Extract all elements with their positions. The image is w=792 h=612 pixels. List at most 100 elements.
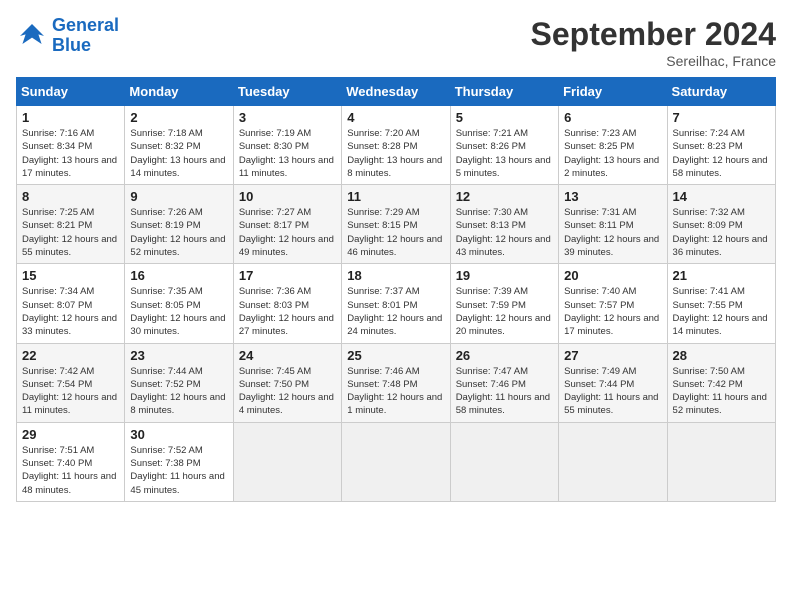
day-info: Sunrise: 7:44 AMSunset: 7:52 PMDaylight:… — [130, 365, 227, 418]
calendar-cell: 15 Sunrise: 7:34 AMSunset: 8:07 PMDayligh… — [17, 264, 125, 343]
weekday-header: Sunday — [17, 78, 125, 106]
day-number: 12 — [456, 189, 553, 204]
day-number: 29 — [22, 427, 119, 442]
title-block: September 2024 Sereilhac, France — [531, 16, 776, 69]
day-info: Sunrise: 7:24 AMSunset: 8:23 PMDaylight:… — [673, 127, 770, 180]
day-number: 17 — [239, 268, 336, 283]
calendar-cell: 22 Sunrise: 7:42 AMSunset: 7:54 PMDayligh… — [17, 343, 125, 422]
calendar-cell: 8 Sunrise: 7:25 AMSunset: 8:21 PMDaylight… — [17, 185, 125, 264]
day-info: Sunrise: 7:27 AMSunset: 8:17 PMDaylight:… — [239, 206, 336, 259]
calendar-cell: 14 Sunrise: 7:32 AMSunset: 8:09 PMDayligh… — [667, 185, 775, 264]
day-number: 15 — [22, 268, 119, 283]
calendar-cell: 29 Sunrise: 7:51 AMSunset: 7:40 PMDayligh… — [17, 422, 125, 501]
calendar-cell: 4Sunrise: 7:20 AMSunset: 8:28 PMDaylight… — [342, 106, 450, 185]
day-info: Sunrise: 7:25 AMSunset: 8:21 PMDaylight:… — [22, 206, 119, 259]
day-info: Sunrise: 7:18 AMSunset: 8:32 PMDaylight:… — [130, 127, 227, 180]
day-number: 23 — [130, 348, 227, 363]
calendar-cell: 12 Sunrise: 7:30 AMSunset: 8:13 PMDayligh… — [450, 185, 558, 264]
calendar-cell: 20 Sunrise: 7:40 AMSunset: 7:57 PMDayligh… — [559, 264, 667, 343]
day-number: 7 — [673, 110, 770, 125]
calendar-cell — [450, 422, 558, 501]
calendar-cell: 7 Sunrise: 7:24 AMSunset: 8:23 PMDaylight… — [667, 106, 775, 185]
day-info: Sunrise: 7:50 AMSunset: 7:42 PMDaylight:… — [673, 365, 770, 418]
day-number: 6 — [564, 110, 661, 125]
day-info: Sunrise: 7:37 AMSunset: 8:01 PMDaylight:… — [347, 285, 444, 338]
day-number: 28 — [673, 348, 770, 363]
page-header: General Blue September 2024 Sereilhac, F… — [16, 16, 776, 69]
day-number: 13 — [564, 189, 661, 204]
day-number: 14 — [673, 189, 770, 204]
day-number: 25 — [347, 348, 444, 363]
day-info: Sunrise: 7:45 AMSunset: 7:50 PMDaylight:… — [239, 365, 336, 418]
calendar-cell: 16 Sunrise: 7:35 AMSunset: 8:05 PMDayligh… — [125, 264, 233, 343]
day-number: 18 — [347, 268, 444, 283]
day-info: Sunrise: 7:20 AMSunset: 8:28 PMDaylight:… — [347, 127, 444, 180]
calendar-cell: 11 Sunrise: 7:29 AMSunset: 8:15 PMDayligh… — [342, 185, 450, 264]
day-number: 3 — [239, 110, 336, 125]
day-info: Sunrise: 7:23 AMSunset: 8:25 PMDaylight:… — [564, 127, 661, 180]
day-info: Sunrise: 7:42 AMSunset: 7:54 PMDaylight:… — [22, 365, 119, 418]
calendar-cell: 23 Sunrise: 7:44 AMSunset: 7:52 PMDayligh… — [125, 343, 233, 422]
day-info: Sunrise: 7:31 AMSunset: 8:11 PMDaylight:… — [564, 206, 661, 259]
day-info: Sunrise: 7:49 AMSunset: 7:44 PMDaylight:… — [564, 365, 661, 418]
day-info: Sunrise: 7:34 AMSunset: 8:07 PMDaylight:… — [22, 285, 119, 338]
day-number: 9 — [130, 189, 227, 204]
location: Sereilhac, France — [531, 53, 776, 69]
day-info: Sunrise: 7:51 AMSunset: 7:40 PMDaylight:… — [22, 444, 119, 497]
day-number: 20 — [564, 268, 661, 283]
day-info: Sunrise: 7:30 AMSunset: 8:13 PMDaylight:… — [456, 206, 553, 259]
day-info: Sunrise: 7:35 AMSunset: 8:05 PMDaylight:… — [130, 285, 227, 338]
day-info: Sunrise: 7:47 AMSunset: 7:46 PMDaylight:… — [456, 365, 553, 418]
day-info: Sunrise: 7:19 AMSunset: 8:30 PMDaylight:… — [239, 127, 336, 180]
calendar-header-row: SundayMondayTuesdayWednesdayThursdayFrid… — [17, 78, 776, 106]
calendar-cell — [342, 422, 450, 501]
calendar-cell: 2Sunrise: 7:18 AMSunset: 8:32 PMDaylight… — [125, 106, 233, 185]
day-number: 22 — [22, 348, 119, 363]
day-info: Sunrise: 7:39 AMSunset: 7:59 PMDaylight:… — [456, 285, 553, 338]
calendar-cell — [667, 422, 775, 501]
day-number: 27 — [564, 348, 661, 363]
calendar-week-row: 29 Sunrise: 7:51 AMSunset: 7:40 PMDayligh… — [17, 422, 776, 501]
day-number: 21 — [673, 268, 770, 283]
calendar-cell: 13 Sunrise: 7:31 AMSunset: 8:11 PMDayligh… — [559, 185, 667, 264]
day-number: 11 — [347, 189, 444, 204]
calendar-cell: 6 Sunrise: 7:23 AMSunset: 8:25 PMDaylight… — [559, 106, 667, 185]
calendar-week-row: 22 Sunrise: 7:42 AMSunset: 7:54 PMDayligh… — [17, 343, 776, 422]
day-info: Sunrise: 7:32 AMSunset: 8:09 PMDaylight:… — [673, 206, 770, 259]
day-info: Sunrise: 7:29 AMSunset: 8:15 PMDaylight:… — [347, 206, 444, 259]
calendar-cell: 28 Sunrise: 7:50 AMSunset: 7:42 PMDayligh… — [667, 343, 775, 422]
day-info: Sunrise: 7:41 AMSunset: 7:55 PMDaylight:… — [673, 285, 770, 338]
calendar-cell: 25Sunrise: 7:46 AMSunset: 7:48 PMDayligh… — [342, 343, 450, 422]
day-number: 24 — [239, 348, 336, 363]
day-number: 16 — [130, 268, 227, 283]
logo: General Blue — [16, 16, 119, 56]
calendar-cell: 3 Sunrise: 7:19 AMSunset: 8:30 PMDaylight… — [233, 106, 341, 185]
calendar-table: SundayMondayTuesdayWednesdayThursdayFrid… — [16, 77, 776, 502]
day-number: 30 — [130, 427, 227, 442]
day-info: Sunrise: 7:52 AMSunset: 7:38 PMDaylight:… — [130, 444, 227, 497]
day-info: Sunrise: 7:40 AMSunset: 7:57 PMDaylight:… — [564, 285, 661, 338]
calendar-cell: 18 Sunrise: 7:37 AMSunset: 8:01 PMDayligh… — [342, 264, 450, 343]
calendar-cell — [233, 422, 341, 501]
calendar-week-row: 8 Sunrise: 7:25 AMSunset: 8:21 PMDaylight… — [17, 185, 776, 264]
weekday-header: Thursday — [450, 78, 558, 106]
day-number: 8 — [22, 189, 119, 204]
calendar-cell: 21 Sunrise: 7:41 AMSunset: 7:55 PMDayligh… — [667, 264, 775, 343]
calendar-cell: 26 Sunrise: 7:47 AMSunset: 7:46 PMDayligh… — [450, 343, 558, 422]
day-number: 19 — [456, 268, 553, 283]
logo-text: General Blue — [52, 16, 119, 56]
day-info: Sunrise: 7:16 AMSunset: 8:34 PMDaylight:… — [22, 127, 119, 180]
logo-icon — [16, 20, 48, 52]
calendar-cell: 9Sunrise: 7:26 AMSunset: 8:19 PMDaylight… — [125, 185, 233, 264]
calendar-cell: 19 Sunrise: 7:39 AMSunset: 7:59 PMDayligh… — [450, 264, 558, 343]
day-info: Sunrise: 7:21 AMSunset: 8:26 PMDaylight:… — [456, 127, 553, 180]
calendar-cell: 24 Sunrise: 7:45 AMSunset: 7:50 PMDayligh… — [233, 343, 341, 422]
weekday-header: Wednesday — [342, 78, 450, 106]
day-number: 10 — [239, 189, 336, 204]
day-number: 26 — [456, 348, 553, 363]
day-number: 5 — [456, 110, 553, 125]
weekday-header: Tuesday — [233, 78, 341, 106]
weekday-header: Monday — [125, 78, 233, 106]
calendar-cell: 27 Sunrise: 7:49 AMSunset: 7:44 PMDayligh… — [559, 343, 667, 422]
calendar-cell: 30 Sunrise: 7:52 AMSunset: 7:38 PMDayligh… — [125, 422, 233, 501]
